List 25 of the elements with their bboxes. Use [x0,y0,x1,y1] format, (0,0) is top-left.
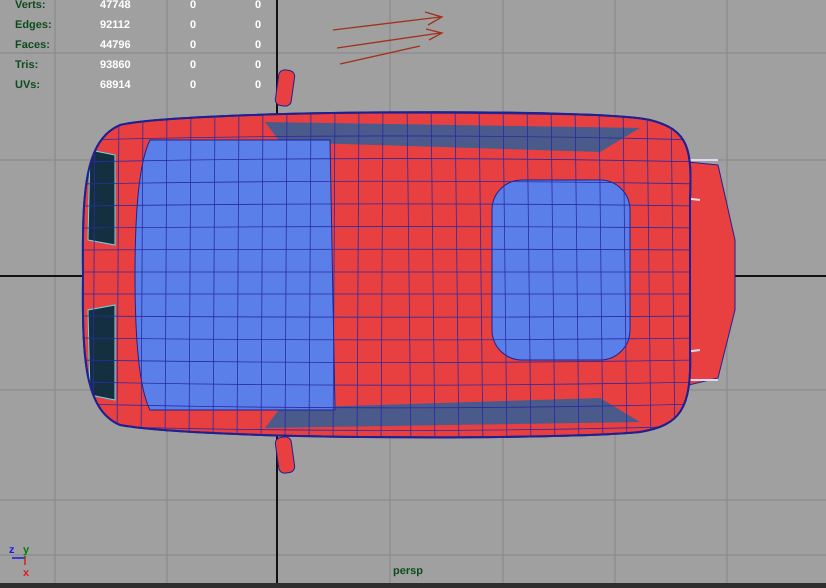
camera-label: persp [393,565,423,577]
stat-value: 44796 [100,39,132,51]
stat-value: 0 [255,0,262,11]
axis-label: y [23,544,30,556]
stat-value: 0 [255,59,262,71]
stat-value: 0 [190,59,198,71]
axis-label: z [9,544,14,556]
stat-value: 93860 [100,59,132,71]
stat-value: 0 [255,39,262,51]
stat-value: 68914 [100,79,132,91]
stat-value: 92112 [100,19,131,31]
axis-label: x [23,567,30,579]
stat-value: 0 [255,79,262,91]
stat-label: Edges: [15,19,53,31]
stat-value: 47748 [100,0,132,11]
stat-label: UVs: [15,79,42,91]
stat-label: Faces: [15,39,51,51]
stat-value: 0 [190,0,198,11]
directional-light-icon [332,11,444,65]
stat-value: 0 [190,39,198,51]
stat-label: Verts: [15,0,47,11]
stat-value: 0 [255,19,262,31]
stat-value: 0 [190,79,198,91]
stat-value: 0 [190,19,198,31]
stat-label: Tris: [15,59,40,71]
